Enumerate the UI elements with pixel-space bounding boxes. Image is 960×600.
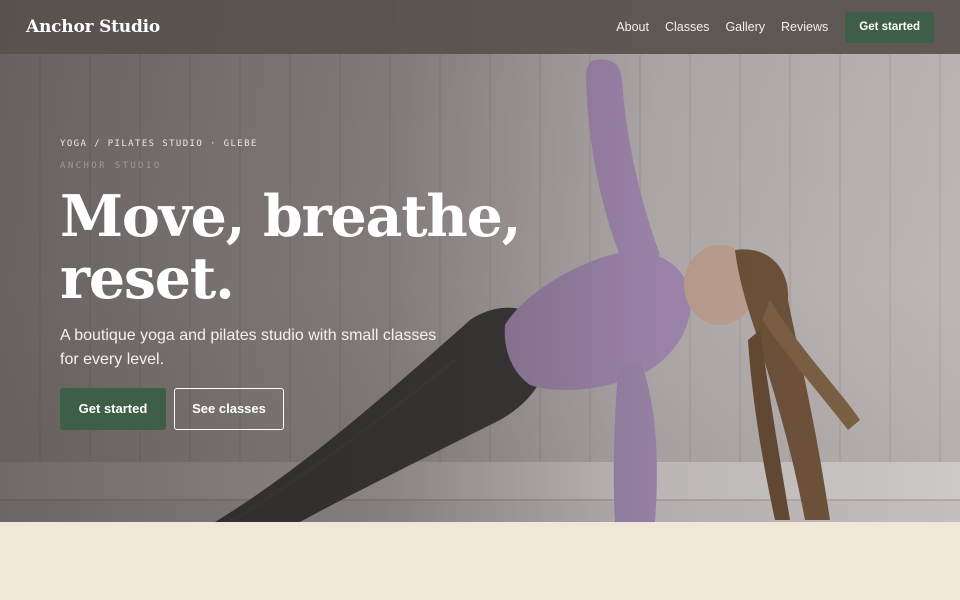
nav-link-gallery[interactable]: Gallery <box>725 20 765 34</box>
hero-headline: Move, breathe, reset. <box>60 183 522 312</box>
brand-logo[interactable]: Anchor Studio <box>26 17 160 37</box>
get-started-button[interactable]: Get started <box>60 388 166 430</box>
see-classes-button[interactable]: See classes <box>174 388 284 430</box>
nav-get-started-button[interactable]: Get started <box>845 11 934 43</box>
top-nav: Anchor Studio About Classes Gallery Revi… <box>0 0 960 54</box>
hero-sub-eyebrow: ANCHOR STUDIO <box>60 161 162 171</box>
hero-eyebrow: YOGA / PILATES STUDIO · GLEBE <box>60 139 258 149</box>
hero-copy: YOGA / PILATES STUDIO · GLEBE ANCHOR STU… <box>60 136 580 430</box>
hero-lead: A boutique yoga and pilates studio with … <box>60 327 437 368</box>
nav-link-about[interactable]: About <box>616 20 649 34</box>
nav-link-classes[interactable]: Classes <box>665 20 709 34</box>
next-section <box>0 522 960 600</box>
nav-links: About Classes Gallery Reviews Get starte… <box>600 11 934 43</box>
hero-cta-group: Get started See classes <box>60 388 580 430</box>
nav-link-reviews[interactable]: Reviews <box>781 20 828 34</box>
